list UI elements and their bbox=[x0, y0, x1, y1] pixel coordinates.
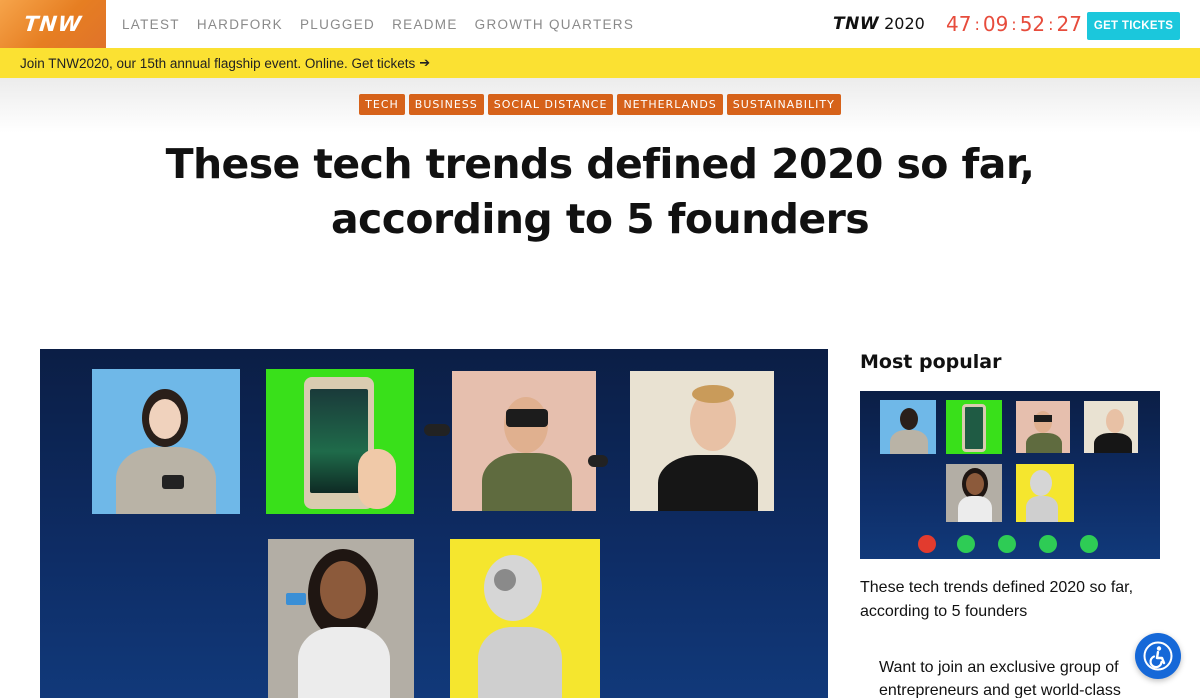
vr-controller-right bbox=[588, 455, 608, 467]
arrow-right-icon: ➔ bbox=[419, 55, 431, 70]
tag-sustainability[interactable]: SUSTAINABILITY bbox=[726, 94, 841, 115]
tag-social-distance[interactable]: SOCIAL DISTANCE bbox=[487, 94, 614, 115]
thumb-tile-smartphone bbox=[946, 400, 1002, 454]
light-bulb-icon bbox=[1080, 535, 1098, 553]
top-navigation-bar: TNW LATEST HARDFORK PLUGGED README GROWT… bbox=[0, 0, 1200, 48]
nav-item-latest[interactable]: LATEST bbox=[122, 17, 180, 32]
event-logo: TNW bbox=[833, 14, 880, 34]
countdown-seconds: 27 bbox=[1056, 12, 1082, 36]
hero-tile-smartphone bbox=[266, 369, 414, 514]
promo-banner[interactable]: Join TNW2020, our 15th annual flagship e… bbox=[0, 48, 1200, 78]
event-year: 2020 bbox=[884, 14, 925, 33]
newsletter-promo-text: Want to join an exclusive group of entre… bbox=[879, 659, 1121, 698]
countdown-days: 47 bbox=[946, 12, 972, 36]
countdown-timer: 47 : 09 : 52 : 27 bbox=[946, 12, 1082, 36]
countdown-minutes: 52 bbox=[1019, 12, 1046, 36]
promo-text: Join TNW2020, our 15th annual flagship e… bbox=[20, 55, 416, 71]
phone-icon bbox=[957, 535, 975, 553]
chat-icon bbox=[998, 535, 1016, 553]
hero-tile-thinking-man bbox=[630, 371, 774, 511]
article-hero-image bbox=[40, 349, 828, 698]
article-tags: TECH BUSINESS SOCIAL DISTANCE NETHERLAND… bbox=[0, 94, 1200, 115]
vr-controller-left bbox=[424, 424, 450, 436]
nav-item-growth-quarters[interactable]: GROWTH QUARTERS bbox=[475, 17, 635, 32]
tag-business[interactable]: BUSINESS bbox=[408, 94, 484, 115]
countdown-separator: : bbox=[1048, 14, 1054, 34]
countdown-separator: : bbox=[974, 14, 980, 34]
tnw2020-event-link[interactable]: TNW 2020 bbox=[833, 14, 925, 36]
tag-tech[interactable]: TECH bbox=[359, 94, 405, 115]
thumb-tile-robot bbox=[1016, 464, 1074, 522]
microphone-icon bbox=[1039, 535, 1057, 553]
accessibility-button[interactable] bbox=[1135, 633, 1181, 679]
nav-item-plugged[interactable]: PLUGGED bbox=[300, 17, 375, 32]
nav-item-hardfork[interactable]: HARDFORK bbox=[197, 17, 283, 32]
tnw-logo[interactable]: TNW bbox=[0, 0, 106, 48]
countdown-hours: 09 bbox=[982, 12, 1009, 36]
get-tickets-button[interactable]: GET TICKETS bbox=[1087, 12, 1180, 40]
nav-item-readme[interactable]: README bbox=[392, 17, 458, 32]
accessibility-icon bbox=[1143, 641, 1173, 671]
main-nav: LATEST HARDFORK PLUGGED README GROWTH QU… bbox=[122, 0, 634, 48]
most-popular-heading: Most popular bbox=[860, 351, 1002, 373]
tag-netherlands[interactable]: NETHERLANDS bbox=[617, 94, 723, 115]
logo-text: TNW bbox=[22, 12, 84, 36]
thumb-tile-woman-card bbox=[946, 464, 1002, 522]
countdown-separator: : bbox=[1011, 14, 1017, 34]
thumb-tile-thinking-man bbox=[1084, 401, 1138, 453]
thumb-tile-woman-phone bbox=[880, 400, 936, 454]
popular-article-title[interactable]: These tech trends defined 2020 so far, a… bbox=[860, 576, 1170, 624]
hero-tile-vr-headset bbox=[452, 371, 596, 511]
popular-article-thumbnail[interactable] bbox=[860, 391, 1160, 559]
article-title: These tech trends defined 2020 so far, a… bbox=[165, 140, 1035, 243]
thumb-tile-vr-headset bbox=[1016, 401, 1070, 453]
hero-tile-robot bbox=[450, 539, 600, 698]
hero-tile-woman-card bbox=[268, 539, 414, 698]
hero-tile-woman-phone bbox=[92, 369, 240, 514]
hang-up-icon bbox=[918, 535, 936, 553]
